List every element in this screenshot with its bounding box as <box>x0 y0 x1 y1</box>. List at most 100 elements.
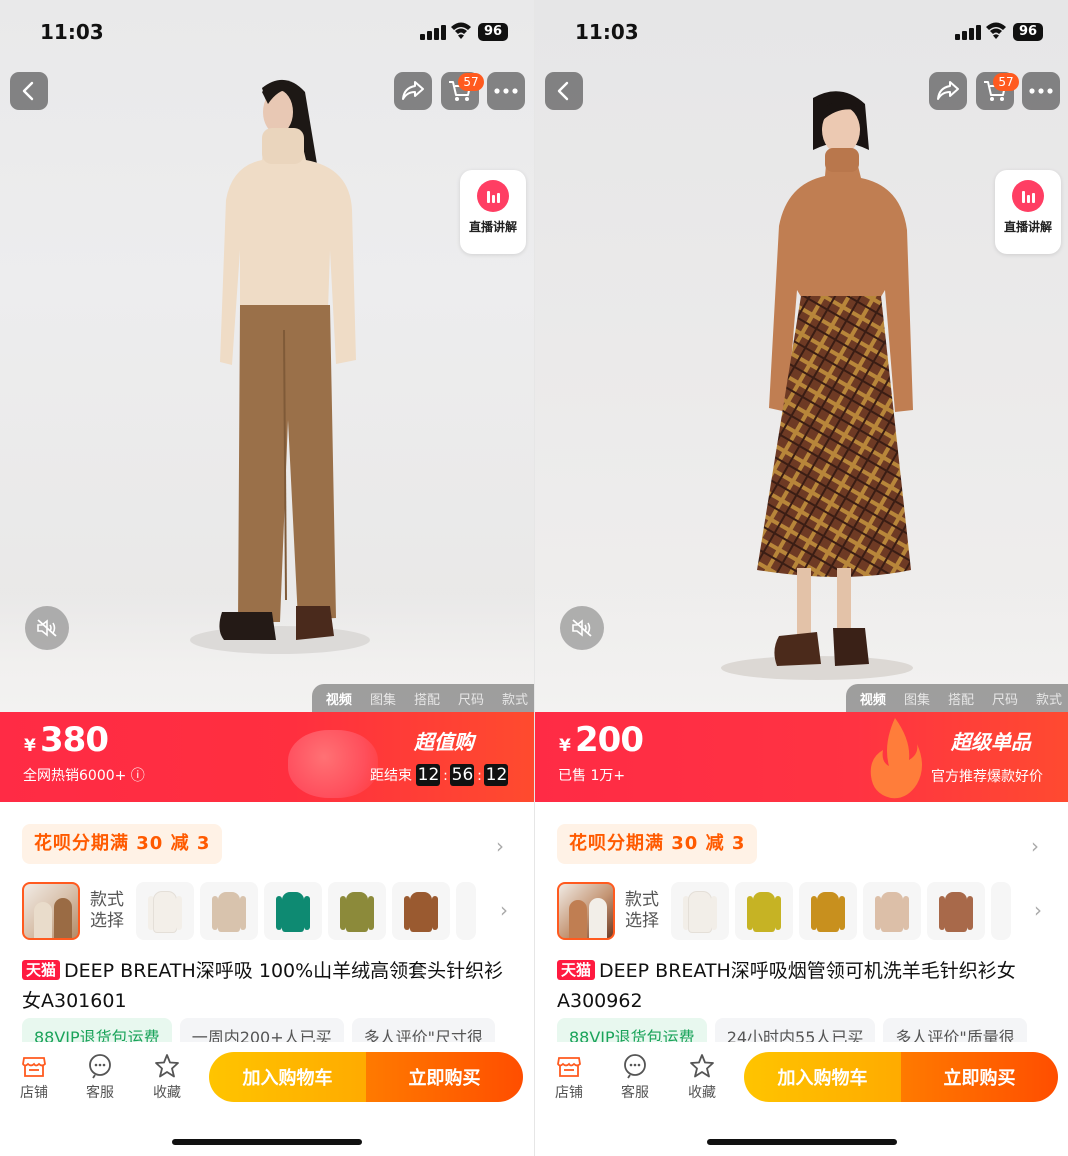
status-bar: 11:03 96 <box>0 0 534 62</box>
more-button[interactable] <box>487 72 525 110</box>
price-currency: ¥ <box>559 736 571 756</box>
countdown-seconds: 12 <box>484 764 509 786</box>
tab-style[interactable]: 款式 <box>502 689 528 708</box>
product-title: 天猫 DEEP BREATH深呼吸烟管领可机洗羊毛针织衫女A300962 <box>557 956 1053 1016</box>
share-button[interactable] <box>929 72 967 110</box>
product-title: 天猫 DEEP BREATH深呼吸 100%山羊绒高领套头针织衫女A301601 <box>22 956 518 1016</box>
style-swatch[interactable] <box>136 882 194 940</box>
style-swatch[interactable] <box>863 882 921 940</box>
style-swatch[interactable] <box>735 882 793 940</box>
tab-gallery[interactable]: 图集 <box>370 689 396 708</box>
countdown-label: 距结束 <box>370 768 412 784</box>
buy-now-button[interactable]: 立即购买 <box>366 1052 523 1102</box>
tab-size[interactable]: 尺码 <box>458 689 484 708</box>
nav-customer-service[interactable]: 客服 <box>610 1052 660 1102</box>
signal-icon <box>955 24 981 40</box>
product-info: 花呗分期满 30 减 3 › 款式 选择 天猫 DEEP BREATH深呼吸烟管领… <box>535 802 1068 1048</box>
chevron-left-icon <box>22 81 34 101</box>
live-icon <box>477 180 509 212</box>
style-swatch[interactable] <box>991 882 1011 940</box>
back-button[interactable] <box>10 72 48 110</box>
price-value: 200 <box>575 720 644 760</box>
chevron-left-icon <box>557 81 569 101</box>
tab-video[interactable]: 视频 <box>326 689 352 708</box>
style-swatch[interactable] <box>671 882 729 940</box>
add-to-cart-button[interactable]: 加入购物车 <box>744 1052 901 1102</box>
chevron-right-icon[interactable]: › <box>1031 834 1039 858</box>
flame-icon <box>870 718 922 799</box>
style-selector: 款式 选择 <box>557 882 1068 940</box>
countdown-minutes: 56 <box>450 764 475 786</box>
sales-info[interactable]: 已售 1万+ <box>558 765 625 785</box>
nav-store[interactable]: 店铺 <box>544 1052 594 1102</box>
style-thumb-selected[interactable] <box>22 882 80 940</box>
live-explain-label: 直播讲解 <box>1003 220 1052 234</box>
chevron-right-icon[interactable]: › <box>1034 898 1042 922</box>
bottom-action-bar: 店铺 客服 收藏 加入购物车 立即购买 <box>0 1042 534 1156</box>
product-info: 花呗分期满 30 减 3 › 款式 选择 天猫 DEEP BREATH深呼吸 10… <box>0 802 534 1048</box>
style-select-label[interactable]: 款式 选择 <box>90 890 124 932</box>
phone-screen-2: 11:03 96 57 直播讲解 视频 图集 搭配 尺码 款式 ¥ 200 已售… <box>534 0 1068 1156</box>
wifi-icon <box>451 22 471 39</box>
style-selector: 款式 选择 <box>22 882 534 940</box>
tab-gallery[interactable]: 图集 <box>904 689 930 708</box>
tab-outfit[interactable]: 搭配 <box>414 689 440 708</box>
style-swatch[interactable] <box>927 882 985 940</box>
chat-icon <box>89 1054 111 1079</box>
style-swatch[interactable] <box>799 882 857 940</box>
style-swatch[interactable] <box>456 882 476 940</box>
cart-count-badge: 57 <box>993 73 1019 91</box>
status-bar: 11:03 96 <box>535 0 1068 62</box>
wifi-icon <box>986 22 1006 39</box>
nav-customer-service[interactable]: 客服 <box>75 1052 125 1102</box>
add-to-cart-button[interactable]: 加入购物车 <box>209 1052 366 1102</box>
home-indicator[interactable] <box>172 1139 362 1145</box>
share-icon <box>937 81 959 100</box>
tab-outfit[interactable]: 搭配 <box>948 689 974 708</box>
lantern-decoration <box>288 730 378 798</box>
nav-favorite[interactable]: 收藏 <box>142 1052 192 1102</box>
style-swatch[interactable] <box>392 882 450 940</box>
speaker-muted-icon <box>572 619 592 637</box>
live-icon <box>1012 180 1044 212</box>
chevron-right-icon[interactable]: › <box>496 834 504 858</box>
buy-now-button[interactable]: 立即购买 <box>901 1052 1058 1102</box>
share-button[interactable] <box>394 72 432 110</box>
tmall-badge: 天猫 <box>557 960 596 980</box>
promo-badge: 超值购 <box>414 730 474 754</box>
status-time: 11:03 <box>40 20 104 44</box>
product-title-text: DEEP BREATH深呼吸烟管领可机洗羊毛针织衫女A300962 <box>557 960 1016 1012</box>
installment-promo[interactable]: 花呗分期满 30 减 3 <box>557 824 758 864</box>
price-banner: ¥ 380 全网热销6000+ ⓘ 超值购 距结束 12:56:12 <box>0 712 534 802</box>
tab-size[interactable]: 尺码 <box>992 689 1018 708</box>
style-select-label[interactable]: 款式 选择 <box>625 890 659 932</box>
sales-info[interactable]: 全网热销6000+ ⓘ <box>23 765 145 785</box>
tab-video[interactable]: 视频 <box>860 689 886 708</box>
installment-promo[interactable]: 花呗分期满 30 减 3 <box>22 824 223 864</box>
nav-store[interactable]: 店铺 <box>9 1052 59 1102</box>
mute-button[interactable] <box>25 606 69 650</box>
chevron-right-icon[interactable]: › <box>500 898 508 922</box>
tab-style[interactable]: 款式 <box>1036 689 1062 708</box>
nav-favorite[interactable]: 收藏 <box>677 1052 727 1102</box>
live-explain-label: 直播讲解 <box>468 220 517 234</box>
back-button[interactable] <box>545 72 583 110</box>
phone-screen-1: 11:03 96 57 直播讲解 视频 图集 搭配 尺码 款式 ¥ 380 全网… <box>0 0 534 1156</box>
home-indicator[interactable] <box>707 1139 897 1145</box>
media-tabs: 视频 图集 搭配 尺码 款式 <box>311 684 534 712</box>
style-thumb-selected[interactable] <box>557 882 615 940</box>
speaker-muted-icon <box>37 619 57 637</box>
tmall-badge: 天猫 <box>22 960 61 980</box>
mute-button[interactable] <box>560 606 604 650</box>
style-swatch[interactable] <box>264 882 322 940</box>
style-swatch[interactable] <box>200 882 258 940</box>
more-dots-icon <box>1029 88 1053 94</box>
battery-icon: 96 <box>478 23 508 41</box>
status-time: 11:03 <box>575 20 639 44</box>
countdown-hours: 12 <box>416 764 441 786</box>
live-explain-button[interactable]: 直播讲解 <box>995 170 1061 254</box>
star-icon <box>690 1054 714 1078</box>
style-swatch[interactable] <box>328 882 386 940</box>
more-button[interactable] <box>1022 72 1060 110</box>
live-explain-button[interactable]: 直播讲解 <box>460 170 526 254</box>
